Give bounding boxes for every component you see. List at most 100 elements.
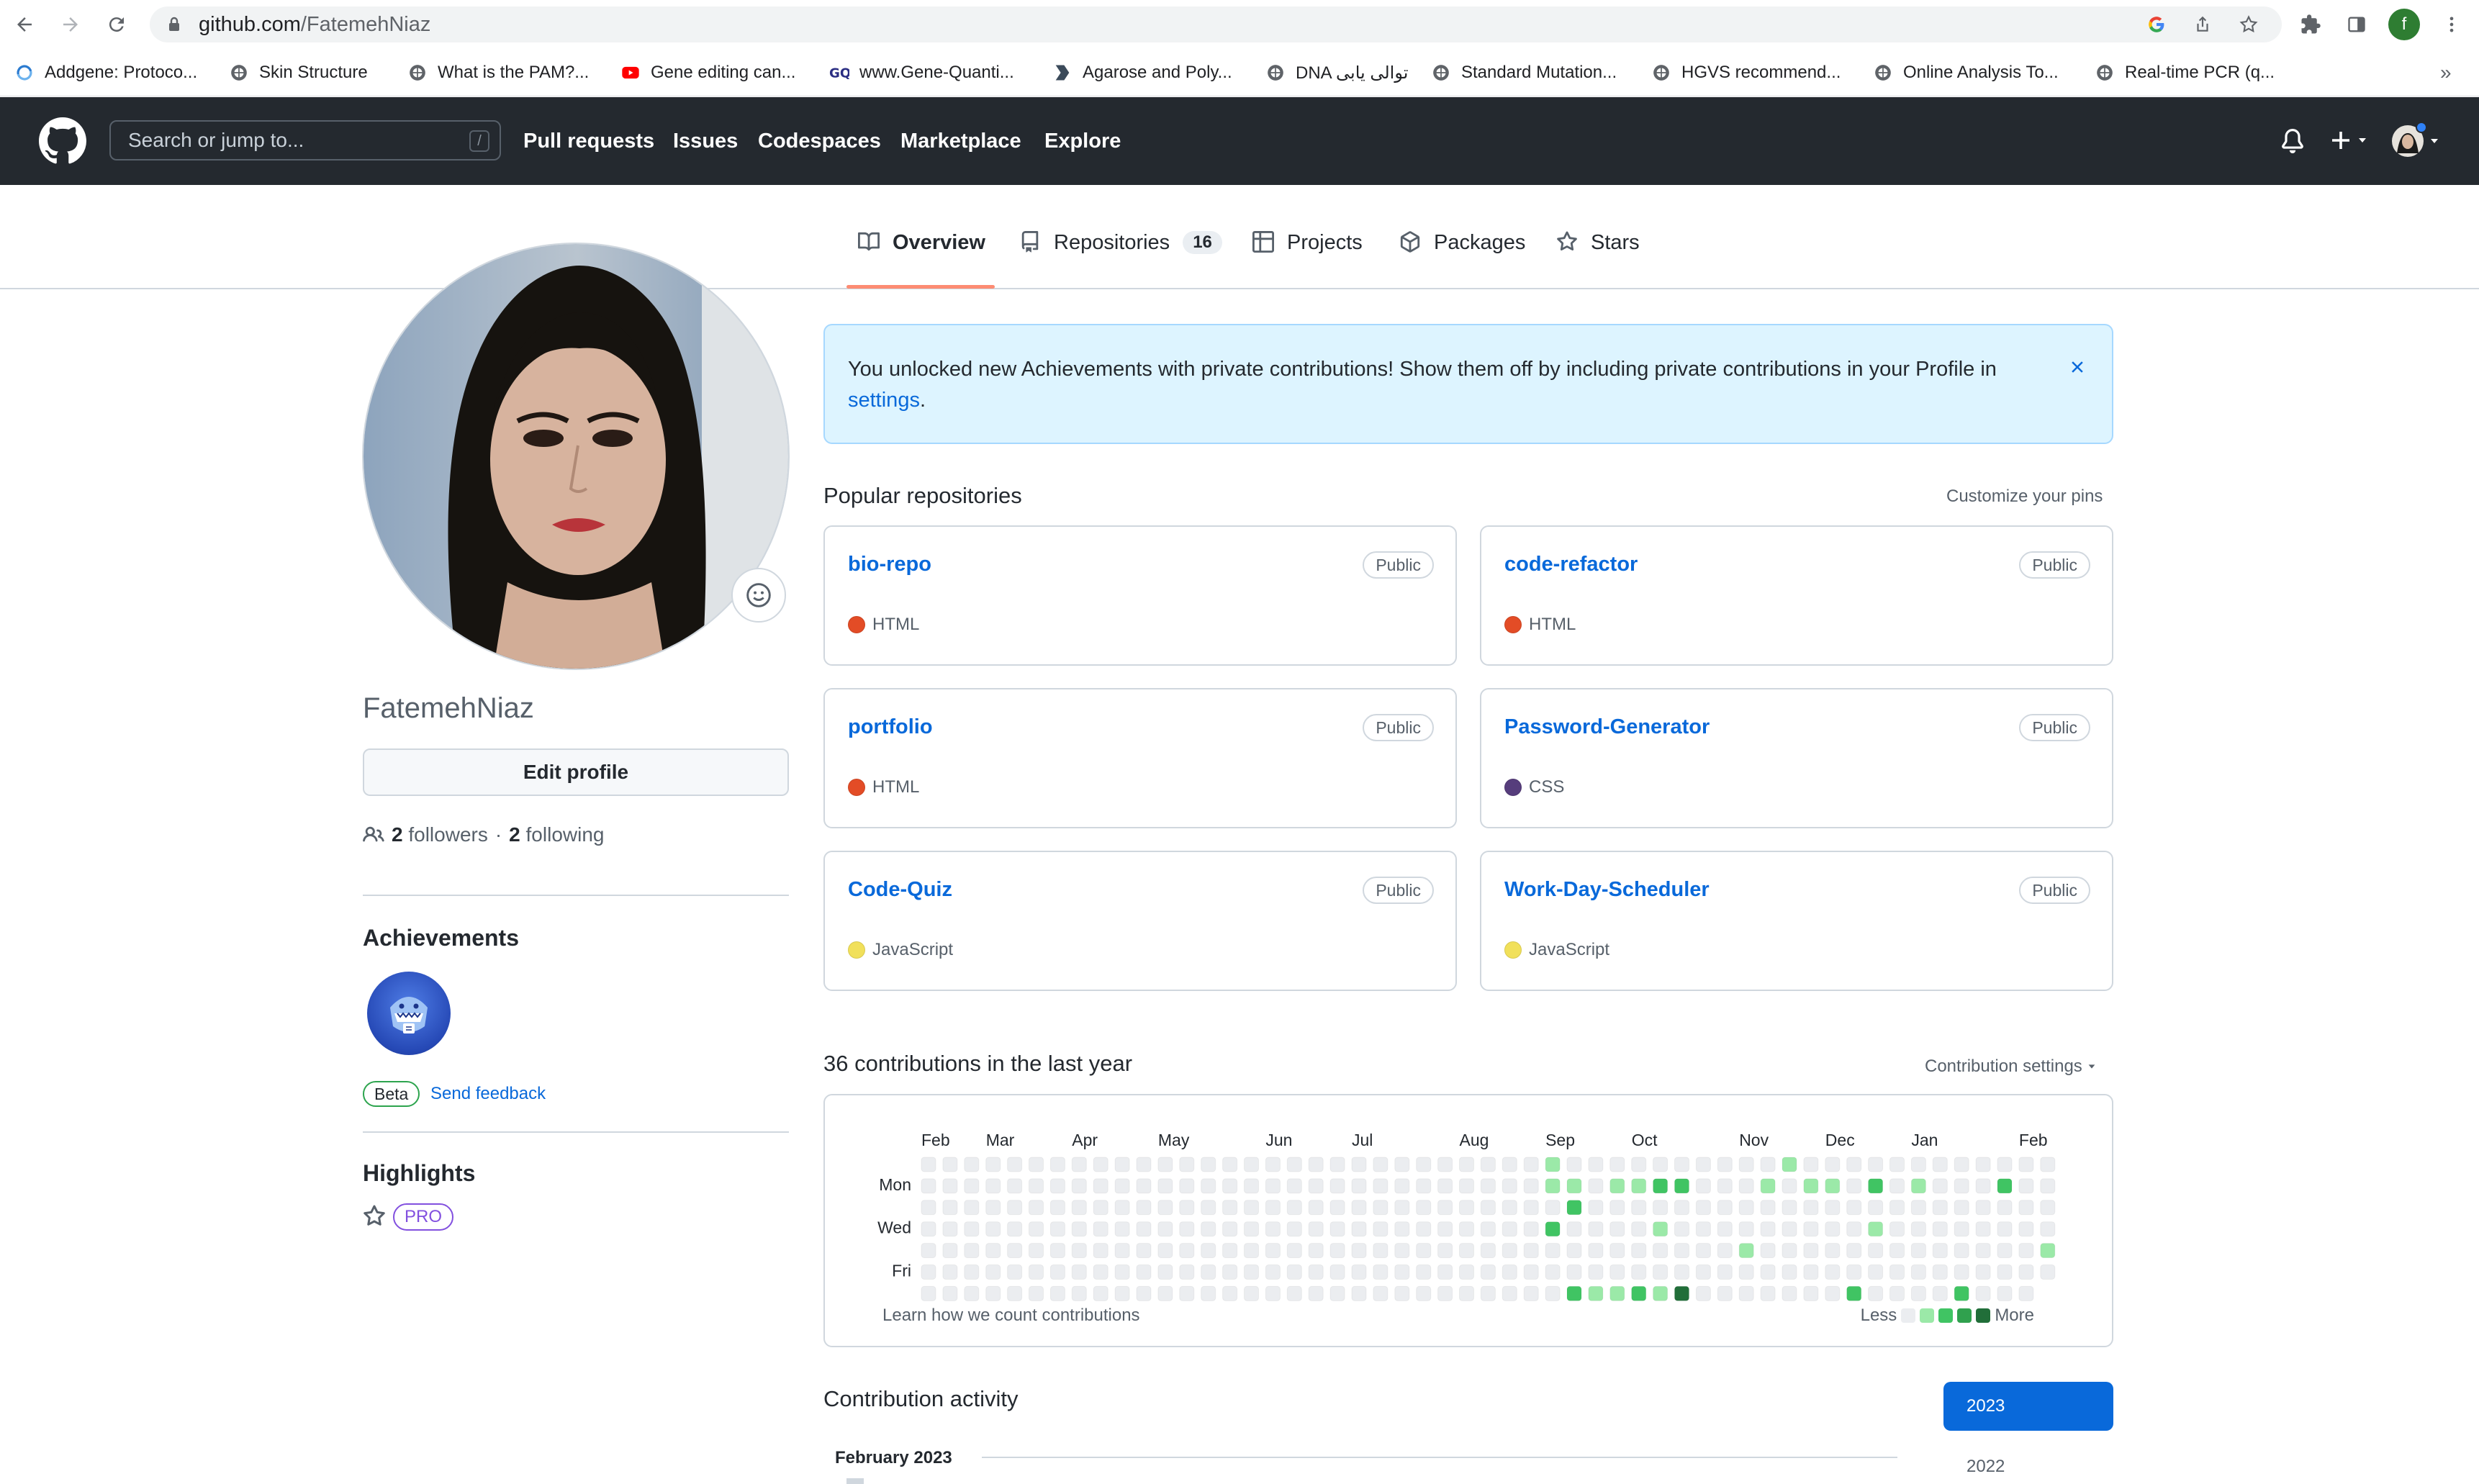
bookmark-item[interactable]: GQ www.Gene-Quanti...: [829, 49, 1014, 96]
contribution-day-cell[interactable]: [1459, 1178, 1474, 1194]
contribution-day-cell[interactable]: [1825, 1178, 1841, 1194]
reload-button[interactable]: [99, 7, 134, 42]
contribution-day-cell[interactable]: [2040, 1157, 2056, 1172]
contribution-day-cell[interactable]: [1975, 1243, 1991, 1259]
contribution-settings-dropdown[interactable]: Contribution settings: [1925, 1057, 2097, 1077]
contribution-day-cell[interactable]: [1868, 1200, 1884, 1216]
contribution-day-cell[interactable]: [1459, 1200, 1474, 1216]
contribution-day-cell[interactable]: [1394, 1157, 1410, 1172]
contribution-day-cell[interactable]: [1029, 1221, 1044, 1237]
contribution-day-cell[interactable]: [1545, 1243, 1561, 1259]
contribution-day-cell[interactable]: [1329, 1285, 1345, 1301]
nav-marketplace[interactable]: Marketplace: [900, 97, 1021, 185]
contribution-day-cell[interactable]: [1695, 1200, 1711, 1216]
contribution-day-cell[interactable]: [1954, 1264, 1969, 1280]
contribution-day-cell[interactable]: [1653, 1264, 1669, 1280]
contribution-day-cell[interactable]: [1695, 1264, 1711, 1280]
contribution-day-cell[interactable]: [1932, 1200, 1948, 1216]
year-button-2023[interactable]: 2023: [1943, 1382, 2113, 1431]
contribution-day-cell[interactable]: [1007, 1157, 1023, 1172]
contribution-day-cell[interactable]: [942, 1157, 958, 1172]
contribution-day-cell[interactable]: [1244, 1200, 1259, 1216]
contribution-day-cell[interactable]: [921, 1157, 936, 1172]
contribution-day-cell[interactable]: [1502, 1221, 1517, 1237]
contribution-day-cell[interactable]: [1523, 1157, 1539, 1172]
contribution-day-cell[interactable]: [1782, 1243, 1797, 1259]
contribution-day-cell[interactable]: [1437, 1178, 1453, 1194]
contribution-day-cell[interactable]: [1717, 1178, 1733, 1194]
contribution-day-cell[interactable]: [1093, 1243, 1108, 1259]
contribution-day-cell[interactable]: [1136, 1178, 1152, 1194]
contribution-day-cell[interactable]: [964, 1285, 980, 1301]
contribution-day-cell[interactable]: [1222, 1285, 1238, 1301]
contribution-day-cell[interactable]: [942, 1285, 958, 1301]
contribution-day-cell[interactable]: [1782, 1157, 1797, 1172]
contribution-day-cell[interactable]: [1609, 1178, 1625, 1194]
contribution-day-cell[interactable]: [1803, 1221, 1819, 1237]
contribution-day-cell[interactable]: [985, 1264, 1001, 1280]
contribution-day-cell[interactable]: [1975, 1285, 1991, 1301]
contribution-day-cell[interactable]: [1674, 1157, 1689, 1172]
contribution-day-cell[interactable]: [1674, 1221, 1689, 1237]
contribution-day-cell[interactable]: [1523, 1221, 1539, 1237]
back-button[interactable]: [7, 7, 42, 42]
contribution-day-cell[interactable]: [1932, 1157, 1948, 1172]
contribution-day-cell[interactable]: [921, 1285, 936, 1301]
contribution-day-cell[interactable]: [1093, 1285, 1108, 1301]
contribution-day-cell[interactable]: [1244, 1243, 1259, 1259]
contribution-day-cell[interactable]: [2018, 1285, 2034, 1301]
contribution-day-cell[interactable]: [1631, 1221, 1647, 1237]
contribution-day-cell[interactable]: [964, 1178, 980, 1194]
contribution-day-cell[interactable]: [1803, 1178, 1819, 1194]
contribution-day-cell[interactable]: [985, 1157, 1001, 1172]
contribution-day-cell[interactable]: [1846, 1200, 1862, 1216]
contribution-day-cell[interactable]: [1480, 1157, 1496, 1172]
contribution-day-cell[interactable]: [1695, 1178, 1711, 1194]
contribution-day-cell[interactable]: [1308, 1178, 1324, 1194]
contribution-day-cell[interactable]: [1459, 1264, 1474, 1280]
contribution-day-cell[interactable]: [1760, 1264, 1776, 1280]
contribution-day-cell[interactable]: [1007, 1243, 1023, 1259]
contribution-day-cell[interactable]: [1136, 1200, 1152, 1216]
contribution-day-cell[interactable]: [1373, 1200, 1388, 1216]
contribution-day-cell[interactable]: [1889, 1221, 1905, 1237]
bookmark-item[interactable]: DNA توالی یابی: [1265, 49, 1408, 96]
contribution-day-cell[interactable]: [1049, 1178, 1065, 1194]
contribution-day-cell[interactable]: [1093, 1264, 1108, 1280]
contribution-day-cell[interactable]: [1954, 1221, 1969, 1237]
contribution-day-cell[interactable]: [1480, 1200, 1496, 1216]
contribution-day-cell[interactable]: [1868, 1285, 1884, 1301]
contribution-day-cell[interactable]: [2018, 1178, 2034, 1194]
contribution-day-cell[interactable]: [964, 1157, 980, 1172]
contribution-day-cell[interactable]: [1201, 1243, 1216, 1259]
contribution-day-cell[interactable]: [1695, 1285, 1711, 1301]
contribution-day-cell[interactable]: [1222, 1221, 1238, 1237]
contribution-day-cell[interactable]: [1782, 1264, 1797, 1280]
repo-name-link[interactable]: Code-Quiz: [848, 878, 952, 902]
contribution-day-cell[interactable]: [1975, 1200, 1991, 1216]
contribution-day-cell[interactable]: [1631, 1243, 1647, 1259]
repo-name-link[interactable]: portfolio: [848, 715, 933, 739]
contribution-day-cell[interactable]: [1846, 1264, 1862, 1280]
contribution-day-cell[interactable]: [1588, 1157, 1604, 1172]
contribution-day-cell[interactable]: [942, 1221, 958, 1237]
contribution-day-cell[interactable]: [1265, 1264, 1281, 1280]
contribution-day-cell[interactable]: [1329, 1178, 1345, 1194]
contribution-day-cell[interactable]: [1653, 1200, 1669, 1216]
contribution-day-cell[interactable]: [1653, 1178, 1669, 1194]
contribution-day-cell[interactable]: [1029, 1264, 1044, 1280]
contribution-day-cell[interactable]: [1631, 1264, 1647, 1280]
contribution-day-cell[interactable]: [1286, 1264, 1302, 1280]
forward-button[interactable]: [53, 7, 88, 42]
contribution-day-cell[interactable]: [1910, 1243, 1926, 1259]
contribution-day-cell[interactable]: [1351, 1200, 1367, 1216]
bookmark-star-icon[interactable]: [2237, 13, 2260, 36]
contribution-day-cell[interactable]: [1545, 1264, 1561, 1280]
contribution-day-cell[interactable]: [1114, 1243, 1130, 1259]
contribution-day-cell[interactable]: [1329, 1200, 1345, 1216]
contribution-day-cell[interactable]: [2018, 1243, 2034, 1259]
contribution-day-cell[interactable]: [921, 1200, 936, 1216]
bookmarks-overflow-button[interactable]: »: [2440, 49, 2452, 96]
contribution-day-cell[interactable]: [1157, 1157, 1173, 1172]
address-bar[interactable]: github.com/FatemehNiaz: [150, 6, 2282, 42]
